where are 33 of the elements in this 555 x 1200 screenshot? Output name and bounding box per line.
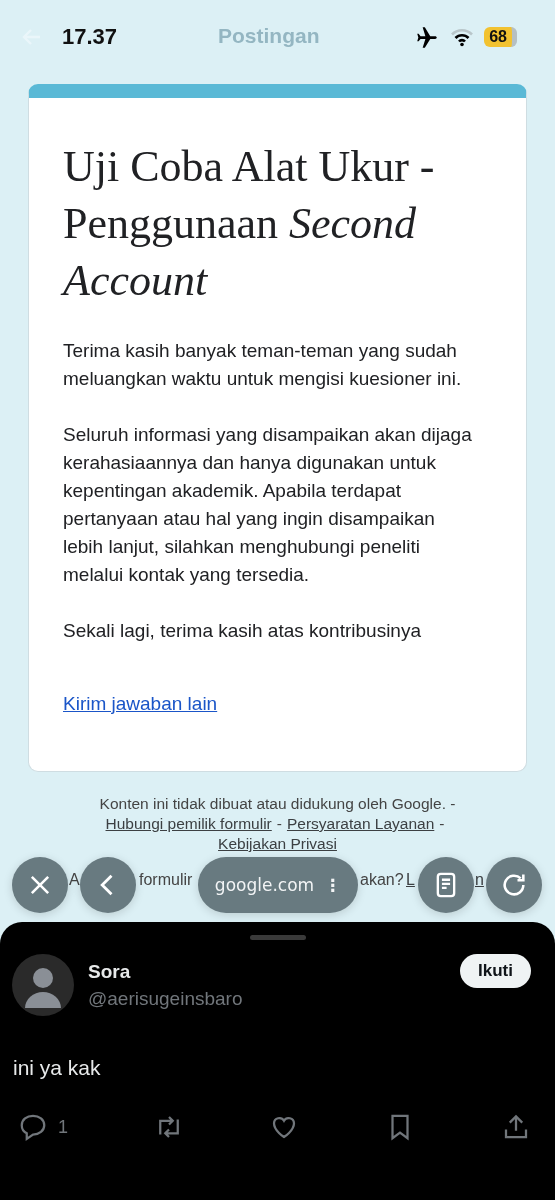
battery-level: 68 (484, 27, 517, 47)
url-pill[interactable]: google.com ⋮ (198, 857, 358, 913)
sheet-handle[interactable] (249, 935, 306, 940)
abuse-question-text: akan? (360, 870, 404, 890)
separator-text: - (439, 815, 445, 832)
footer-link[interactable]: Persyaratan Layanan (286, 815, 435, 832)
reload-button[interactable] (486, 857, 542, 913)
post-text: ini ya kak (13, 1056, 102, 1080)
back-button[interactable] (80, 857, 136, 913)
wifi-icon (450, 27, 475, 47)
close-button[interactable] (12, 857, 68, 913)
send-another-response-link[interactable]: Kirim jawaban lain (63, 693, 218, 715)
reply-icon[interactable] (18, 1112, 48, 1142)
follow-button[interactable]: Ikuti (460, 954, 531, 988)
report-link[interactable]: L (406, 870, 415, 890)
abuse-question-text: A (69, 870, 80, 890)
footer-link[interactable]: Hubungi pemilik formulir (105, 815, 272, 832)
user-name[interactable]: Sora (88, 960, 243, 984)
disclaimer-text: Konten ini tidak dibuat atau didukung oleh Google. - (99, 795, 456, 812)
reader-button[interactable] (418, 857, 474, 913)
form-paragraph: Terima kasih banyak teman-teman yang sudah meluangkan waktu untuk mengisi kuesioner ini. (63, 339, 463, 391)
footer-link[interactable]: Kebijakan Privasi (218, 835, 337, 852)
separator-text: - (276, 815, 282, 832)
form-paragraph: Seluruh informasi yang disampaikan akan dijaga kerahasiaannya dan hanya digunakan untuk kepentingan akademik. Apabila terdapat pertanyaan atau hal yang ingin disampaikan lebih lanjut, silahkan menghubungi peneliti melalui kontak yang tersedia. (63, 423, 473, 587)
user-handle[interactable]: @aerisugeinsbaro (88, 984, 243, 1014)
status-time: 17.37 (62, 24, 118, 50)
header-title: Postingan (218, 24, 320, 48)
reply-count: 1 (58, 1116, 68, 1138)
reload-icon (500, 871, 528, 899)
avatar-icon[interactable] (12, 954, 74, 1016)
report-link[interactable]: n (475, 870, 484, 890)
abuse-question-text: formulir (139, 870, 193, 890)
form-paragraph: Sekali lagi, terima kasih atas kontribusinya (63, 619, 422, 643)
